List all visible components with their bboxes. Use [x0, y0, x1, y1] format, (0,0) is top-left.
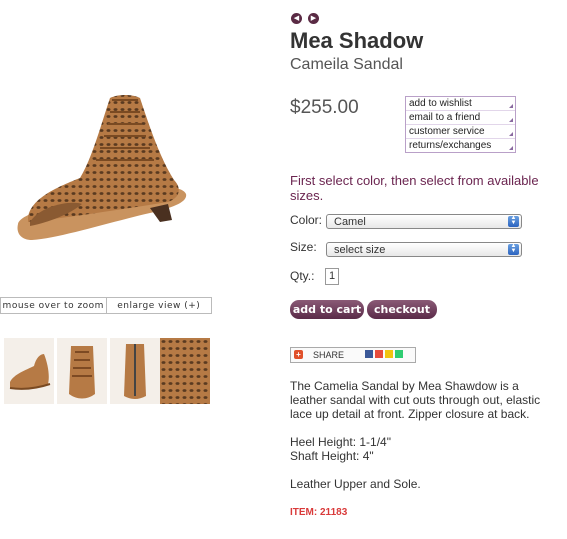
size-select[interactable]: select size ▲ ▼: [326, 242, 522, 257]
selection-instructions: First select color, then select from ava…: [290, 173, 539, 203]
enlarge-view-button[interactable]: enlarge view (+): [105, 298, 212, 313]
zoom-bar: mouse over to zoom enlarge view (+): [0, 297, 212, 314]
thumbnail-side[interactable]: [4, 338, 54, 404]
bookmark-icon: [375, 350, 383, 358]
zoom-hint: mouse over to zoom: [2, 300, 104, 311]
shaft-height: Shaft Height: 4": [290, 449, 374, 463]
share-button[interactable]: + SHARE: [290, 347, 416, 363]
thumbnail-detail[interactable]: [160, 338, 210, 404]
material: Leather Upper and Sole.: [290, 477, 421, 491]
previous-arrow-icon[interactable]: ◀: [291, 13, 302, 24]
add-to-cart-button[interactable]: add to cart: [290, 300, 364, 319]
product-price: $255.00: [290, 97, 359, 118]
size-select-value: select size: [334, 244, 386, 256]
plus-icon: +: [294, 350, 303, 359]
color-select[interactable]: Camel ▲ ▼: [326, 214, 522, 229]
item-number: ITEM: 21183: [290, 507, 348, 518]
checkout-button[interactable]: checkout: [367, 300, 437, 319]
qty-label: Qty.:: [290, 269, 315, 283]
email-friend-link[interactable]: email to a friend: [406, 110, 515, 124]
next-arrow-icon[interactable]: ▶: [308, 13, 319, 24]
thumbnail-back[interactable]: [110, 338, 160, 404]
product-description: The Camelia Sandal by Mea Shawdow is a l…: [290, 379, 552, 505]
product-name: Cameila Sandal: [290, 56, 403, 73]
windows-icon: [395, 350, 403, 358]
color-label: Color:: [290, 213, 323, 227]
add-to-wishlist-link[interactable]: add to wishlist: [406, 97, 515, 110]
size-label: Size:: [290, 240, 317, 254]
product-brand: Mea Shadow: [290, 28, 424, 53]
color-select-value: Camel: [334, 216, 366, 228]
select-arrows-icon: ▲ ▼: [508, 215, 519, 227]
product-main-image[interactable]: [0, 8, 212, 294]
digg-icon: [385, 350, 393, 358]
qty-input[interactable]: 1: [325, 268, 339, 285]
share-label: SHARE: [313, 350, 345, 360]
facebook-icon: [365, 350, 373, 358]
product-links: add to wishlist email to a friend custom…: [405, 96, 516, 153]
heel-height: Heel Height: 1-1/4": [290, 435, 391, 449]
description-text: The Camelia Sandal by Mea Shawdow is a l…: [290, 379, 541, 421]
select-arrows-icon: ▲ ▼: [508, 243, 519, 255]
returns-exchanges-link[interactable]: returns/exchanges: [406, 138, 515, 152]
customer-service-link[interactable]: customer service: [406, 124, 515, 138]
thumbnail-front[interactable]: [57, 338, 107, 404]
